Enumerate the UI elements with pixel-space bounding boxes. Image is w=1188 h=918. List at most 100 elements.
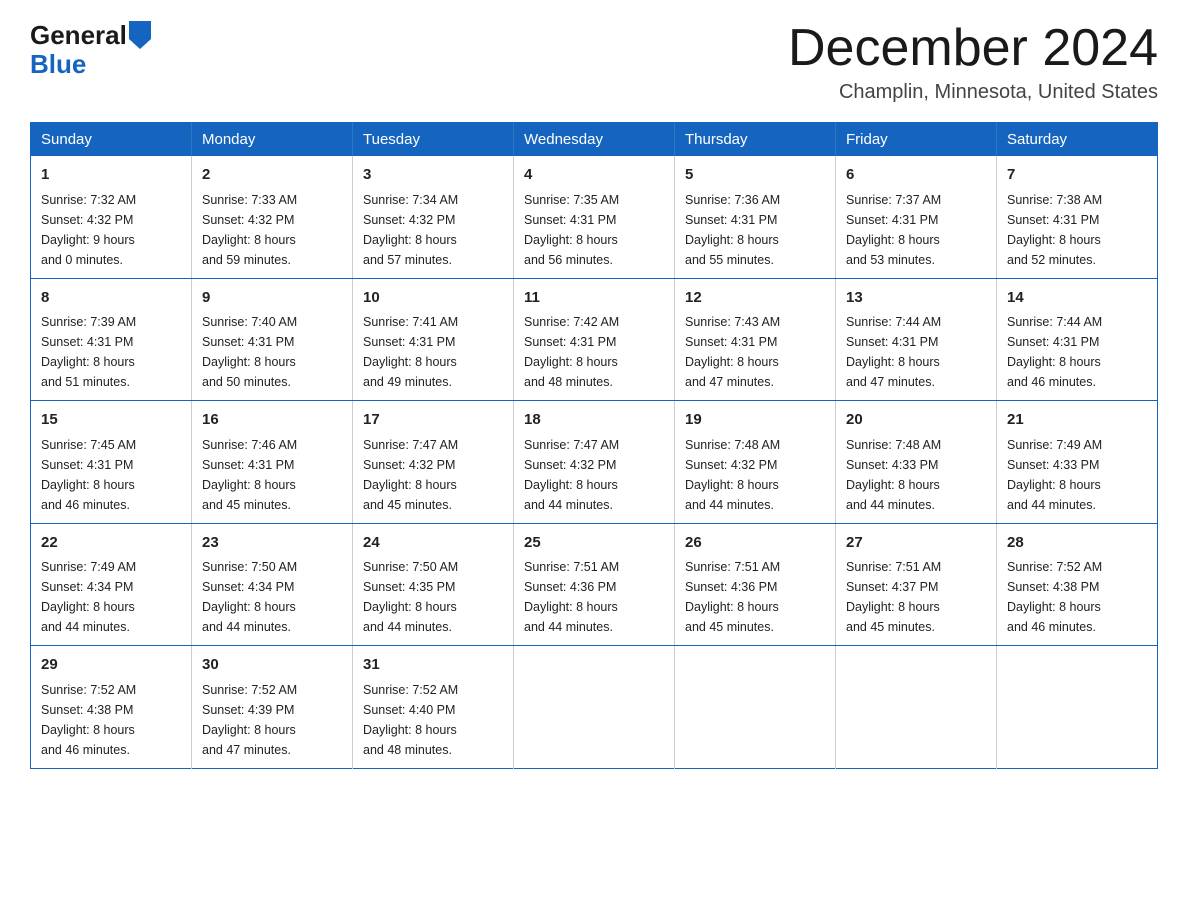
day-number-30: 30 <box>202 654 342 677</box>
location-subtitle: Champlin, Minnesota, United States <box>788 81 1158 104</box>
day-cell-13: 13Sunrise: 7:44 AMSunset: 4:31 PMDayligh… <box>836 278 997 401</box>
day-info-5: Sunrise: 7:36 AMSunset: 4:31 PMDaylight:… <box>685 190 825 270</box>
day-cell-2: 2 Sunrise: 7:33 AMSunset: 4:32 PMDaylight… <box>192 156 353 278</box>
day-info-19: Sunrise: 7:48 AMSunset: 4:32 PMDaylight:… <box>685 435 825 515</box>
month-year-heading: December 2024 <box>788 20 1158 77</box>
day-info-18: Sunrise: 7:47 AMSunset: 4:32 PMDaylight:… <box>524 435 664 515</box>
day-info-4: Sunrise: 7:35 AMSunset: 4:31 PMDaylight:… <box>524 190 664 270</box>
day-number-26: 26 <box>685 532 825 555</box>
day-cell-12: 12Sunrise: 7:43 AMSunset: 4:31 PMDayligh… <box>675 278 836 401</box>
day-number-24: 24 <box>363 532 503 555</box>
day-info-27: Sunrise: 7:51 AMSunset: 4:37 PMDaylight:… <box>846 557 986 637</box>
day-number-3: 3 <box>363 164 503 187</box>
day-cell-29: 29 Sunrise: 7:52 AMSunset: 4:38 PMDayligh… <box>31 646 192 769</box>
day-info-12: Sunrise: 7:43 AMSunset: 4:31 PMDaylight:… <box>685 312 825 392</box>
day-info-10: Sunrise: 7:41 AMSunset: 4:31 PMDaylight:… <box>363 312 503 392</box>
day-number-1: 1 <box>41 164 181 187</box>
day-info-6: Sunrise: 7:37 AMSunset: 4:31 PMDaylight:… <box>846 190 986 270</box>
day-number-19: 19 <box>685 409 825 432</box>
header-sunday: Sunday <box>31 123 192 157</box>
logo-general: General <box>30 20 127 51</box>
day-number-17: 17 <box>363 409 503 432</box>
week-row-4: 22Sunrise: 7:49 AMSunset: 4:34 PMDayligh… <box>31 523 1158 646</box>
weekday-header-row: Sunday Monday Tuesday Wednesday Thursday… <box>31 123 1158 157</box>
page-header: General Blue December 2024 Champlin, Min… <box>30 20 1158 104</box>
day-number-9: 9 <box>202 287 342 310</box>
logo-blue-text: Blue <box>30 49 86 80</box>
day-info-23: Sunrise: 7:50 AMSunset: 4:34 PMDaylight:… <box>202 557 342 637</box>
week-row-1: 1Sunrise: 7:32 AMSunset: 4:32 PMDaylight… <box>31 156 1158 278</box>
header-monday: Monday <box>192 123 353 157</box>
day-number-23: 23 <box>202 532 342 555</box>
day-cell-15: 15Sunrise: 7:45 AMSunset: 4:31 PMDayligh… <box>31 401 192 524</box>
day-cell-22: 22Sunrise: 7:49 AMSunset: 4:34 PMDayligh… <box>31 523 192 646</box>
header-friday: Friday <box>836 123 997 157</box>
day-cell-21: 21 Sunrise: 7:49 AMSunset: 4:33 PMDayligh… <box>997 401 1158 524</box>
header-thursday: Thursday <box>675 123 836 157</box>
day-info-2: Sunrise: 7:33 AMSunset: 4:32 PMDaylight:… <box>202 190 342 270</box>
day-cell-19: 19 Sunrise: 7:48 AMSunset: 4:32 PMDayligh… <box>675 401 836 524</box>
calendar-title: December 2024 Champlin, Minnesota, Unite… <box>788 20 1158 104</box>
day-info-20: Sunrise: 7:48 AMSunset: 4:33 PMDaylight:… <box>846 435 986 515</box>
day-cell-14: 14Sunrise: 7:44 AMSunset: 4:31 PMDayligh… <box>997 278 1158 401</box>
day-number-14: 14 <box>1007 287 1147 310</box>
day-cell-5: 5Sunrise: 7:36 AMSunset: 4:31 PMDaylight… <box>675 156 836 278</box>
day-info-25: Sunrise: 7:51 AMSunset: 4:36 PMDaylight:… <box>524 557 664 637</box>
header-tuesday: Tuesday <box>353 123 514 157</box>
day-cell-9: 9Sunrise: 7:40 AMSunset: 4:31 PMDaylight… <box>192 278 353 401</box>
day-info-16: Sunrise: 7:46 AMSunset: 4:31 PMDaylight:… <box>202 435 342 515</box>
day-info-28: Sunrise: 7:52 AMSunset: 4:38 PMDaylight:… <box>1007 557 1147 637</box>
day-number-21: 21 <box>1007 409 1147 432</box>
day-cell-10: 10Sunrise: 7:41 AMSunset: 4:31 PMDayligh… <box>353 278 514 401</box>
day-cell-16: 16Sunrise: 7:46 AMSunset: 4:31 PMDayligh… <box>192 401 353 524</box>
week-row-5: 29 Sunrise: 7:52 AMSunset: 4:38 PMDayligh… <box>31 646 1158 769</box>
day-cell-7: 7Sunrise: 7:38 AMSunset: 4:31 PMDaylight… <box>997 156 1158 278</box>
day-number-2: 2 <box>202 164 342 187</box>
day-info-17: Sunrise: 7:47 AMSunset: 4:32 PMDaylight:… <box>363 435 503 515</box>
calendar-table: Sunday Monday Tuesday Wednesday Thursday… <box>30 122 1158 769</box>
day-info-31: Sunrise: 7:52 AMSunset: 4:40 PMDaylight:… <box>363 680 503 760</box>
header-wednesday: Wednesday <box>514 123 675 157</box>
day-number-4: 4 <box>524 164 664 187</box>
week-row-3: 15Sunrise: 7:45 AMSunset: 4:31 PMDayligh… <box>31 401 1158 524</box>
day-cell-20: 20 Sunrise: 7:48 AMSunset: 4:33 PMDayligh… <box>836 401 997 524</box>
day-cell-25: 25Sunrise: 7:51 AMSunset: 4:36 PMDayligh… <box>514 523 675 646</box>
day-cell-31: 31 Sunrise: 7:52 AMSunset: 4:40 PMDayligh… <box>353 646 514 769</box>
day-number-10: 10 <box>363 287 503 310</box>
day-number-31: 31 <box>363 654 503 677</box>
day-cell-24: 24Sunrise: 7:50 AMSunset: 4:35 PMDayligh… <box>353 523 514 646</box>
day-cell-28: 28Sunrise: 7:52 AMSunset: 4:38 PMDayligh… <box>997 523 1158 646</box>
day-info-8: Sunrise: 7:39 AMSunset: 4:31 PMDaylight:… <box>41 312 181 392</box>
day-cell-17: 17 Sunrise: 7:47 AMSunset: 4:32 PMDayligh… <box>353 401 514 524</box>
day-cell-30: 30Sunrise: 7:52 AMSunset: 4:39 PMDayligh… <box>192 646 353 769</box>
day-info-22: Sunrise: 7:49 AMSunset: 4:34 PMDaylight:… <box>41 557 181 637</box>
day-number-8: 8 <box>41 287 181 310</box>
day-cell-23: 23Sunrise: 7:50 AMSunset: 4:34 PMDayligh… <box>192 523 353 646</box>
day-number-11: 11 <box>524 287 664 310</box>
day-number-18: 18 <box>524 409 664 432</box>
day-number-22: 22 <box>41 532 181 555</box>
day-cell-27: 27Sunrise: 7:51 AMSunset: 4:37 PMDayligh… <box>836 523 997 646</box>
day-number-7: 7 <box>1007 164 1147 187</box>
week-row-2: 8Sunrise: 7:39 AMSunset: 4:31 PMDaylight… <box>31 278 1158 401</box>
empty-day-cell <box>997 646 1158 769</box>
logo: General Blue <box>30 20 153 80</box>
day-info-26: Sunrise: 7:51 AMSunset: 4:36 PMDaylight:… <box>685 557 825 637</box>
logo-flag-icon <box>127 21 153 51</box>
day-number-15: 15 <box>41 409 181 432</box>
day-number-27: 27 <box>846 532 986 555</box>
day-info-29: Sunrise: 7:52 AMSunset: 4:38 PMDaylight:… <box>41 680 181 760</box>
day-info-3: Sunrise: 7:34 AMSunset: 4:32 PMDaylight:… <box>363 190 503 270</box>
day-number-29: 29 <box>41 654 181 677</box>
day-cell-18: 18 Sunrise: 7:47 AMSunset: 4:32 PMDayligh… <box>514 401 675 524</box>
day-cell-3: 3 Sunrise: 7:34 AMSunset: 4:32 PMDaylight… <box>353 156 514 278</box>
empty-day-cell <box>514 646 675 769</box>
day-number-28: 28 <box>1007 532 1147 555</box>
day-number-6: 6 <box>846 164 986 187</box>
day-cell-1: 1Sunrise: 7:32 AMSunset: 4:32 PMDaylight… <box>31 156 192 278</box>
day-info-21: Sunrise: 7:49 AMSunset: 4:33 PMDaylight:… <box>1007 435 1147 515</box>
day-number-12: 12 <box>685 287 825 310</box>
empty-day-cell <box>675 646 836 769</box>
day-number-20: 20 <box>846 409 986 432</box>
day-info-9: Sunrise: 7:40 AMSunset: 4:31 PMDaylight:… <box>202 312 342 392</box>
